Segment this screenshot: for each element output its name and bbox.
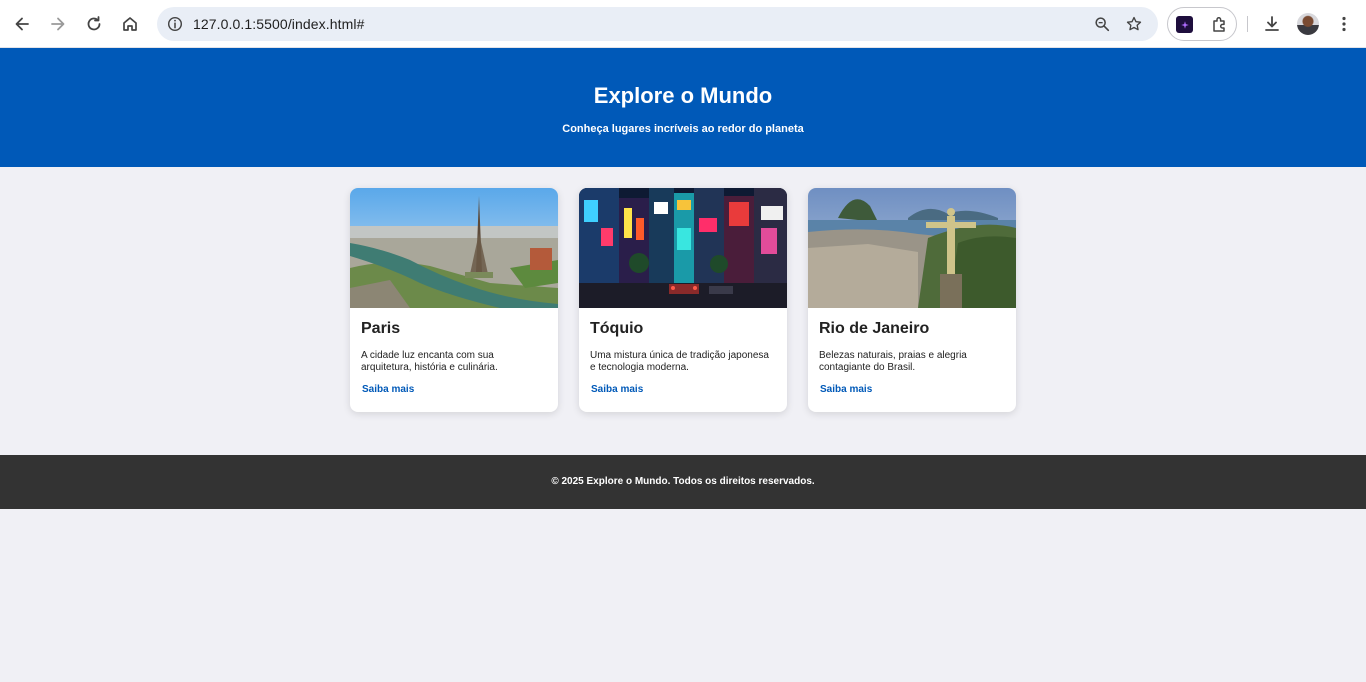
more-vertical-icon [1342,16,1346,32]
address-bar[interactable]: 127.0.0.1:5500/index.html# [157,7,1158,41]
downloads-button[interactable] [1256,8,1288,40]
extensions-area [1167,7,1237,41]
card-title: Paris [361,320,401,337]
arrow-right-icon [51,17,65,31]
saiba-mais-link[interactable]: Saiba mais [362,384,414,395]
page-subtitle: Conheça lugares incríveis ao redor do pl… [562,123,804,135]
forward-button[interactable] [42,8,74,40]
home-icon [123,17,137,31]
card-paris: Paris A cidade luz encanta com sua arqui… [350,188,558,412]
paris-image [350,188,558,308]
card-description: A cidade luz encanta com sua arquitetura… [361,350,498,373]
reload-icon [87,16,101,31]
card-rio-de-janeiro: Rio de Janeiro Belezas naturais, praias … [808,188,1016,412]
saiba-mais-link[interactable]: Saiba mais [591,384,643,395]
arrow-left-icon [15,17,29,31]
card-title: Tóquio [590,320,644,337]
destination-cards: Paris A cidade luz encanta com sua arqui… [350,188,1016,412]
bookmark-star-icon[interactable] [1124,14,1144,34]
browser-toolbar: 127.0.0.1:5500/index.html# [0,0,1366,48]
site-footer: © 2025 Explore o Mundo. Todos os direito… [0,455,1366,509]
copyright-text: © 2025 Explore o Mundo. Todos os direito… [551,476,815,487]
url-text[interactable]: 127.0.0.1:5500/index.html# [193,16,365,32]
back-button[interactable] [6,8,38,40]
tokyo-image [579,188,787,308]
download-icon [1265,16,1279,31]
rio-image [808,188,1016,308]
site-header: Explore o Mundo Conheça lugares incrívei… [0,48,1366,167]
menu-button[interactable] [1328,8,1360,40]
extensions-puzzle-icon[interactable] [1210,15,1230,35]
toolbar-divider [1247,16,1248,32]
site-info-icon[interactable] [165,14,185,34]
card-description: Belezas naturais, praias e alegria conta… [819,350,967,373]
extension-app-icon[interactable] [1176,16,1193,33]
card-toquio: Tóquio Uma mistura única de tradição jap… [579,188,787,412]
reload-button[interactable] [78,8,110,40]
page-title: Explore o Mundo [593,83,773,108]
saiba-mais-link[interactable]: Saiba mais [820,384,872,395]
home-button[interactable] [114,8,146,40]
card-description: Uma mistura única de tradição japonesa e… [590,350,769,373]
zoom-icon[interactable] [1092,14,1112,34]
card-title: Rio de Janeiro [819,320,930,337]
profile-avatar[interactable] [1297,13,1319,35]
